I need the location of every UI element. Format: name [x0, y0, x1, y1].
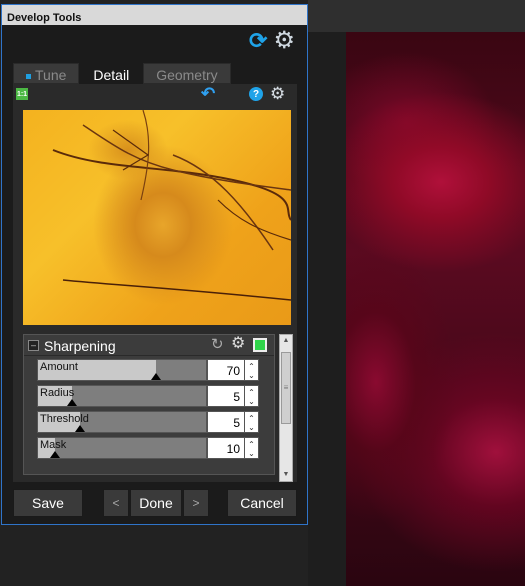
canvas-gap	[308, 32, 346, 586]
tab-bar: Tune Detail Geometry	[13, 63, 232, 84]
develop-tools-panel: Develop Tools ⟳ ⚙ Tune Detail Geometry 1…	[1, 4, 308, 525]
undo-icon[interactable]: ↶	[201, 84, 215, 104]
mask-slider-row: Mask 10 ⌃ ⌄	[37, 437, 259, 459]
radius-value-field[interactable]: 5	[207, 385, 245, 407]
sharpening-header: – Sharpening ↻ ⚙	[24, 335, 274, 356]
radius-slider-row: Radius 5 ⌃ ⌄	[37, 385, 259, 407]
next-button[interactable]: >	[183, 489, 209, 517]
panel-title-bar[interactable]: Develop Tools	[2, 5, 307, 25]
sharpening-settings-icon[interactable]: ⚙	[231, 336, 245, 352]
detail-toolbar: 1:1 ↶ ? ⚙	[13, 84, 297, 106]
done-button[interactable]: Done	[130, 489, 182, 517]
threshold-stepper-icon[interactable]: ⌃ ⌄	[245, 411, 259, 433]
mask-thumb-icon[interactable]	[50, 451, 60, 458]
radius-label: Radius	[40, 387, 75, 399]
detail-content: 1:1 ↶ ? ⚙ – Sharpening ↻ ⚙ Amount 70 ⌃ ⌄…	[13, 84, 297, 482]
tab-geometry-label: Geometry	[156, 67, 218, 83]
threshold-thumb-icon[interactable]	[75, 425, 85, 432]
amount-label: Amount	[40, 361, 78, 373]
enable-checkbox-icon[interactable]	[253, 338, 267, 352]
tab-indicator-icon	[26, 73, 31, 79]
amount-value-field[interactable]: 70	[207, 359, 245, 381]
panel-toolbar: ⟳ ⚙	[249, 29, 295, 53]
threshold-slider[interactable]: Threshold	[37, 411, 207, 433]
amount-stepper-icon[interactable]: ⌃ ⌄	[245, 359, 259, 381]
radius-stepper-icon[interactable]: ⌃ ⌄	[245, 385, 259, 407]
preview-strands	[52, 110, 291, 301]
one-to-one-icon[interactable]: 1:1	[16, 88, 28, 100]
threshold-label: Threshold	[40, 413, 89, 425]
save-button[interactable]: Save	[13, 489, 83, 517]
gear-icon[interactable]: ⚙	[273, 29, 295, 53]
threshold-slider-row: Threshold 5 ⌃ ⌄	[37, 411, 259, 433]
panel-title: Develop Tools	[7, 12, 82, 24]
amount-slider[interactable]: Amount	[37, 359, 207, 381]
scroll-up-icon[interactable]: ▲	[280, 335, 292, 347]
amount-thumb-icon[interactable]	[151, 373, 161, 380]
amount-slider-row: Amount 70 ⌃ ⌄	[37, 359, 259, 381]
detail-scrollbar[interactable]: ▲ ≡ ▼	[279, 334, 293, 482]
tab-detail-label: Detail	[93, 67, 130, 83]
sharpening-section: – Sharpening ↻ ⚙ Amount 70 ⌃ ⌄ Radius 5 …	[23, 334, 275, 475]
tab-tune[interactable]: Tune	[13, 63, 80, 84]
main-photo-canvas[interactable]	[346, 32, 525, 586]
mask-slider[interactable]: Mask	[37, 437, 207, 459]
tab-geometry[interactable]: Geometry	[143, 63, 231, 84]
mask-stepper-icon[interactable]: ⌃ ⌄	[245, 437, 259, 459]
radius-thumb-icon[interactable]	[67, 399, 77, 406]
mask-label: Mask	[40, 439, 67, 451]
reset-icon[interactable]: ↻	[211, 337, 224, 353]
detail-preview-image[interactable]	[23, 110, 291, 325]
threshold-value-field[interactable]: 5	[207, 411, 245, 433]
scroll-thumb[interactable]: ≡	[281, 352, 291, 424]
panel-footer: Save < Done > Cancel	[13, 489, 297, 517]
collapse-icon[interactable]: –	[28, 340, 39, 351]
tab-tune-label: Tune	[35, 67, 67, 83]
previous-button[interactable]: <	[103, 489, 129, 517]
top-bar	[308, 0, 525, 32]
tab-detail[interactable]: Detail	[80, 63, 143, 84]
detail-settings-icon[interactable]: ⚙	[270, 84, 285, 104]
sharpening-title: Sharpening	[44, 338, 116, 354]
cancel-button[interactable]: Cancel	[227, 489, 297, 517]
scroll-down-icon[interactable]: ▼	[280, 469, 292, 481]
radius-slider[interactable]: Radius	[37, 385, 207, 407]
help-icon[interactable]: ?	[249, 87, 263, 101]
refresh-icon[interactable]: ⟳	[249, 30, 267, 52]
mask-value-field[interactable]: 10	[207, 437, 245, 459]
